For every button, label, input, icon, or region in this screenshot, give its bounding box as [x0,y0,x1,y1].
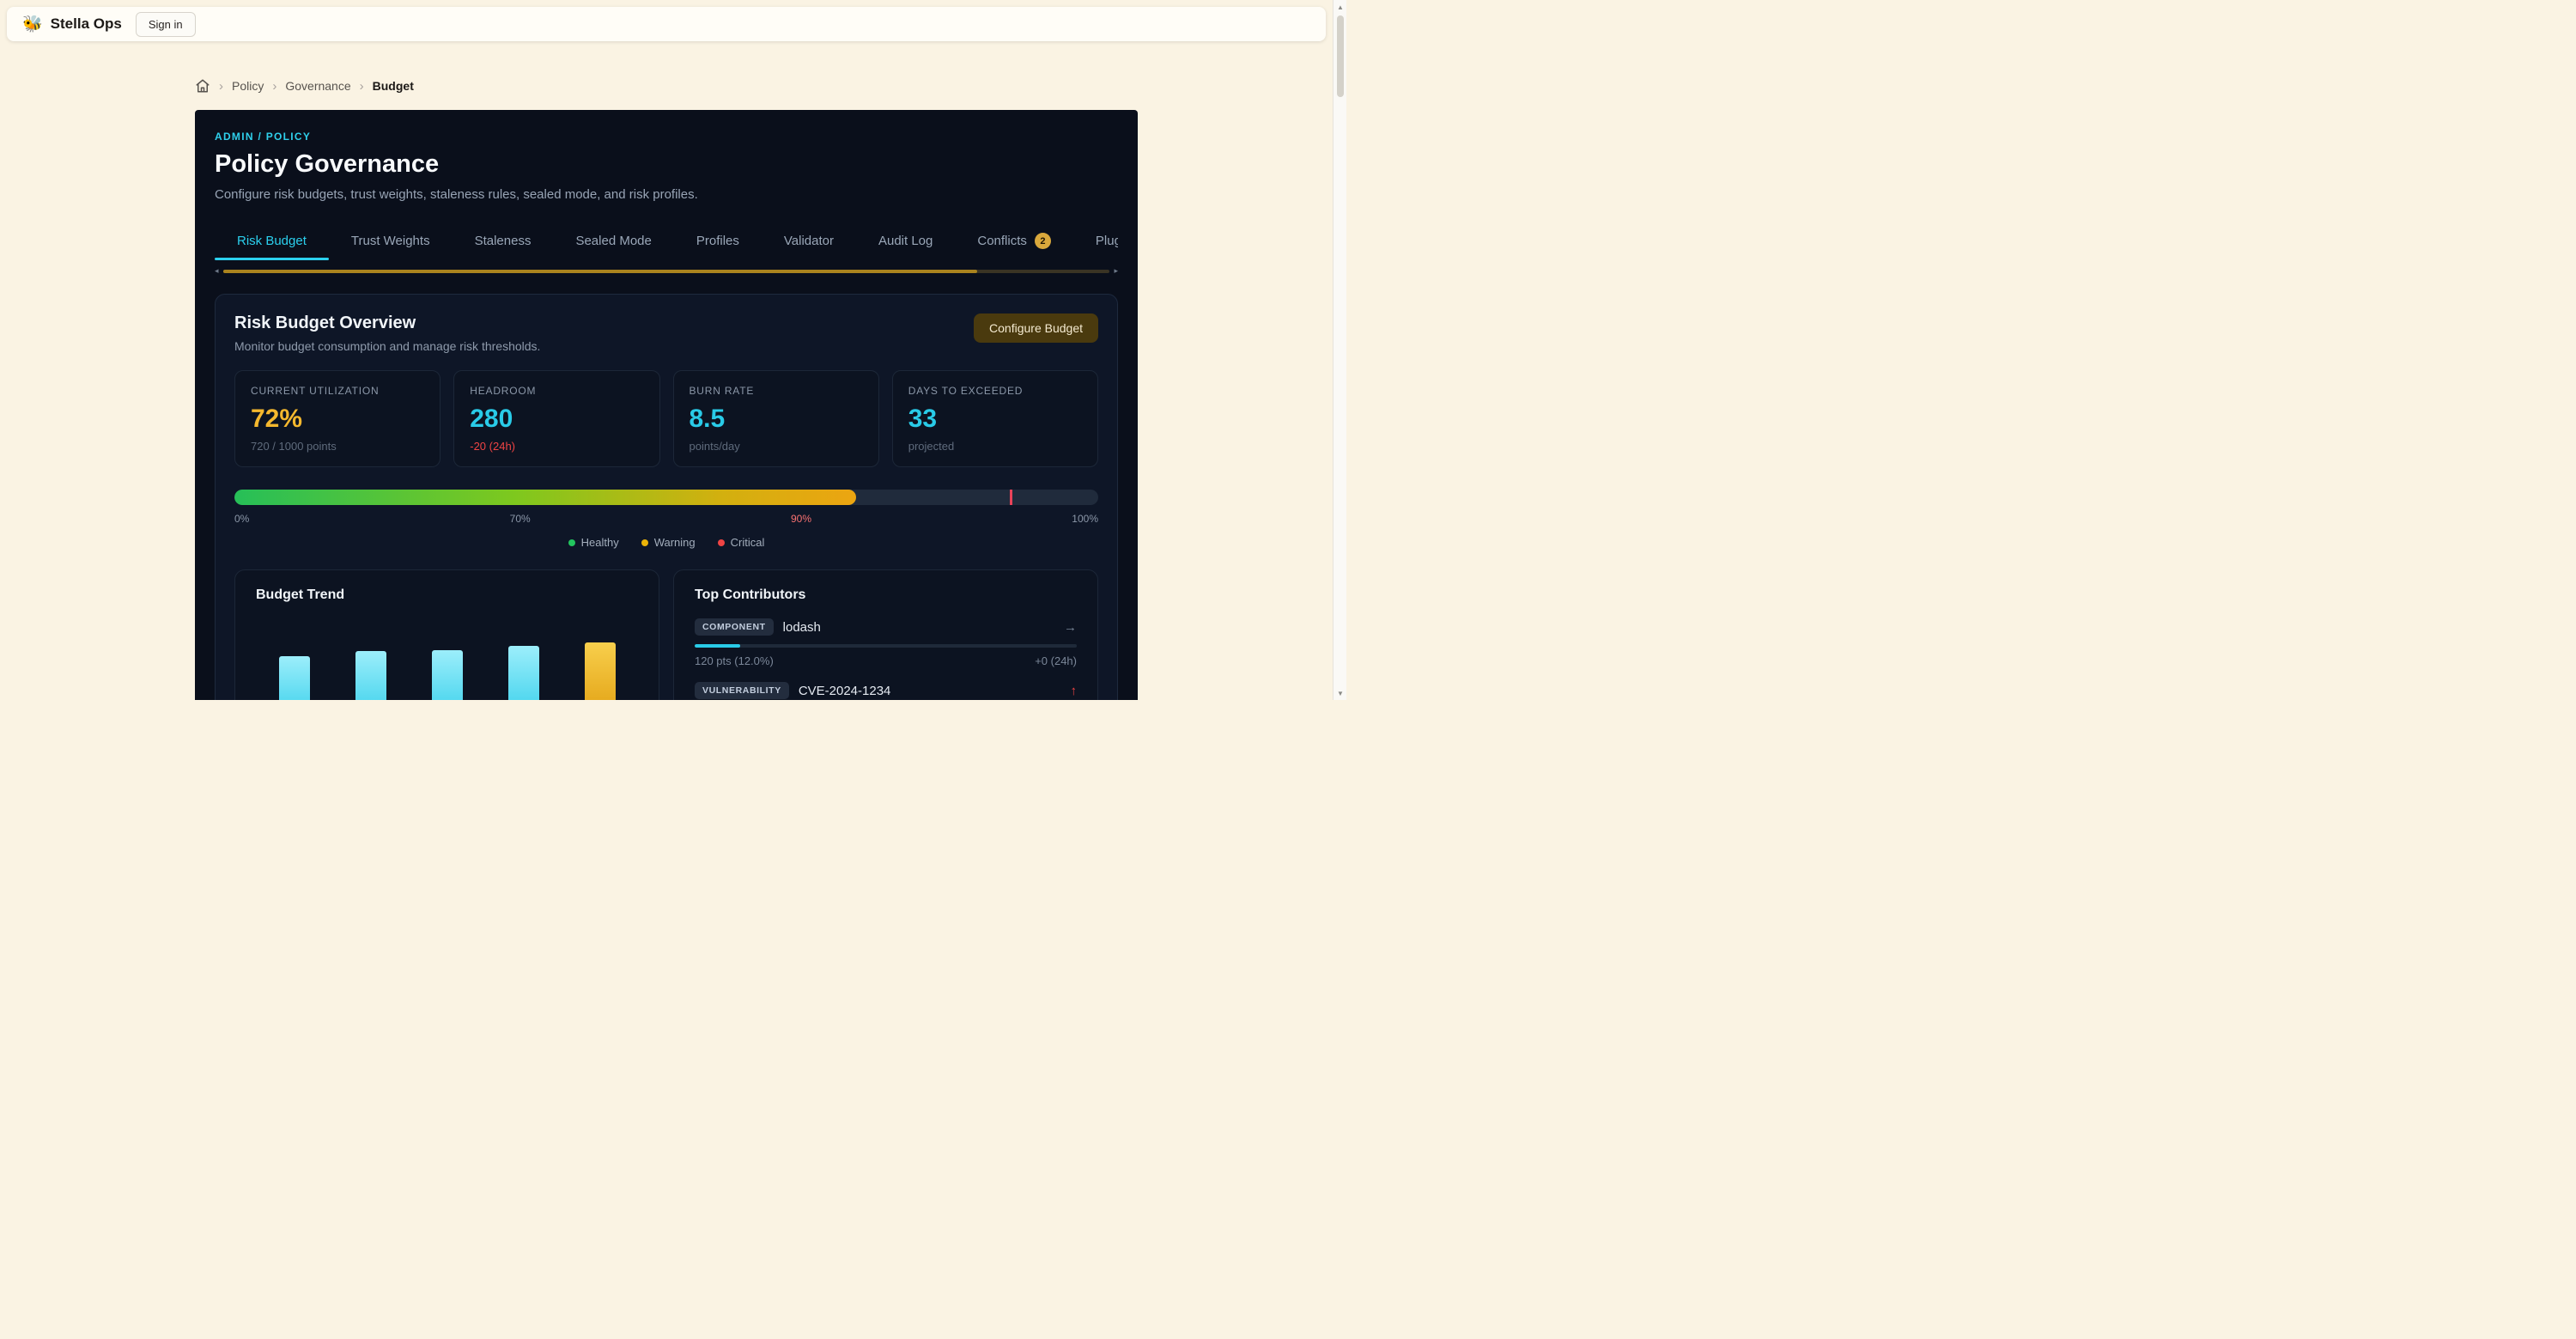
tab-profiles[interactable]: Profiles [674,224,762,260]
budget-trend-card: Budget Trend 12/1 12/8 12/15 [234,569,659,700]
breadcrumb-separator: › [360,79,364,94]
legend-dot [568,539,575,546]
gauge-track [234,490,1098,505]
stat-value: 8.5 [690,405,863,434]
trend-bar [508,646,539,700]
breadcrumb-link-governance[interactable]: Governance [285,79,350,93]
trend-bar [585,642,616,700]
tabs-horizontal-scrollbar: ◂ ▸ [215,267,1118,275]
contributor-arrow[interactable]: → [1064,620,1077,635]
legend-dot [641,539,648,546]
budget-trend-title: Budget Trend [256,587,638,603]
tab-trust-weights[interactable]: Trust Weights [329,224,453,260]
contributor-bar-track [695,644,1077,648]
page: 🐝 Stella Ops Sign in › Policy › Governan… [0,0,1333,700]
contributor-row[interactable]: VULNERABILITY CVE-2024-1234 ↑ 95 pts (9.… [695,682,1077,700]
contributor-arrow[interactable]: ↑ [1071,684,1078,698]
tab-sealed-mode[interactable]: Sealed Mode [553,224,673,260]
page-title: Policy Governance [215,150,1118,179]
page-subtitle: Configure risk budgets, trust weights, s… [215,187,1118,202]
legend-dot [718,539,725,546]
conflicts-count-badge: 2 [1035,233,1051,249]
breadcrumb-separator: › [219,79,223,94]
top-contributors-card: Top Contributors COMPONENT lodash → [673,569,1098,700]
stat-sub: projected [908,440,1082,453]
trend-bar [279,656,310,700]
budget-utilization-gauge: 0% 70% 90% 100% Healthy Warning [234,490,1098,549]
tab-conflicts[interactable]: Conflicts 2 [955,224,1073,260]
brand: 🐝 Stella Ops [22,14,122,34]
tab-plugins[interactable]: Plugins [1073,224,1118,260]
contributor-delta: +0 (24h) [1035,654,1077,667]
legend-critical: Critical [718,536,765,549]
contributor-type-chip: VULNERABILITY [695,682,789,699]
stat-burn-rate: BURN RATE 8.5 points/day [673,370,879,467]
contributor-name: lodash [783,620,1064,635]
overview-title: Risk Budget Overview [234,313,540,333]
contributor-type-chip: COMPONENT [695,618,774,636]
stat-cards: CURRENT UTILIZATION 72% 720 / 1000 point… [234,370,1098,467]
tick-100: 100% [1072,513,1098,525]
tab-staleness[interactable]: Staleness [453,224,554,260]
breadcrumb: › Policy › Governance › Budget [195,77,1138,94]
gauge-critical-marker [1010,490,1012,505]
tab-validator[interactable]: Validator [762,224,856,260]
stat-headroom: HEADROOM 280 -20 (24h) [453,370,659,467]
home-icon[interactable] [195,78,210,94]
breadcrumb-link-policy[interactable]: Policy [232,79,264,93]
tick-0: 0% [234,513,249,525]
tick-90: 90% [791,513,811,525]
overview-subtitle: Monitor budget consumption and manage ri… [234,339,540,353]
stat-sub: points/day [690,440,863,453]
breadcrumb-separator: › [272,79,276,94]
top-bar: 🐝 Stella Ops Sign in [7,7,1326,41]
gauge-legend: Healthy Warning Critical [234,536,1098,549]
breadcrumb-current-budget: Budget [373,79,414,93]
tab-bar: Risk Budget Trust Weights Staleness Seal… [215,224,1118,260]
legend-warning: Warning [641,536,696,549]
bee-logo-icon: 🐝 [22,14,43,34]
tabs-scrollbar-track[interactable] [223,270,1110,273]
risk-budget-overview-card: Risk Budget Overview Monitor budget cons… [215,294,1118,700]
stat-value: 280 [470,405,643,434]
sign-in-button[interactable]: Sign in [136,12,196,37]
policy-governance-panel: ADMIN / POLICY Policy Governance Configu… [195,110,1138,700]
contributor-points: 120 pts (12.0%) [695,654,774,667]
legend-healthy: Healthy [568,536,619,549]
stat-sub: -20 (24h) [470,440,643,453]
browser-vertical-scrollbar[interactable]: ▲ ▼ [1333,0,1346,700]
gauge-fill [234,490,856,505]
stat-label: BURN RATE [690,385,863,397]
contributor-fill [695,644,740,648]
stat-label: HEADROOM [470,385,643,397]
scroll-down-arrow-icon[interactable]: ▼ [1334,686,1347,700]
browser-scrollbar-thumb[interactable] [1337,15,1344,97]
trend-bar [432,650,463,700]
contributor-row[interactable]: COMPONENT lodash → 120 pts (12.0%) +0 (2… [695,618,1077,667]
stat-label: CURRENT UTILIZATION [251,385,424,397]
stat-value: 72% [251,405,424,434]
top-contributors-title: Top Contributors [695,587,1077,603]
configure-budget-button[interactable]: Configure Budget [974,313,1098,343]
stat-sub: 720 / 1000 points [251,440,424,453]
tick-70: 70% [510,513,531,525]
gauge-tick-labels: 0% 70% 90% 100% [234,513,1098,525]
scroll-right-arrow-icon[interactable]: ▸ [1114,267,1118,275]
brand-name: Stella Ops [51,15,122,33]
tab-risk-budget[interactable]: Risk Budget [215,224,329,260]
stat-value: 33 [908,405,1082,434]
contributor-name: CVE-2024-1234 [799,684,1071,698]
stat-label: DAYS TO EXCEEDED [908,385,1082,397]
stat-current-utilization: CURRENT UTILIZATION 72% 720 / 1000 point… [234,370,440,467]
tab-audit-log[interactable]: Audit Log [856,224,955,260]
stat-days-to-exceeded: DAYS TO EXCEEDED 33 projected [892,370,1098,467]
budget-trend-chart: 12/1 12/8 12/15 12/22 [256,634,638,700]
scroll-left-arrow-icon[interactable]: ◂ [215,267,219,275]
trend-bar [355,651,386,700]
section-eyebrow: ADMIN / POLICY [215,131,1118,143]
tabs-scrollbar-thumb[interactable] [223,270,977,273]
scroll-up-arrow-icon[interactable]: ▲ [1334,0,1347,14]
